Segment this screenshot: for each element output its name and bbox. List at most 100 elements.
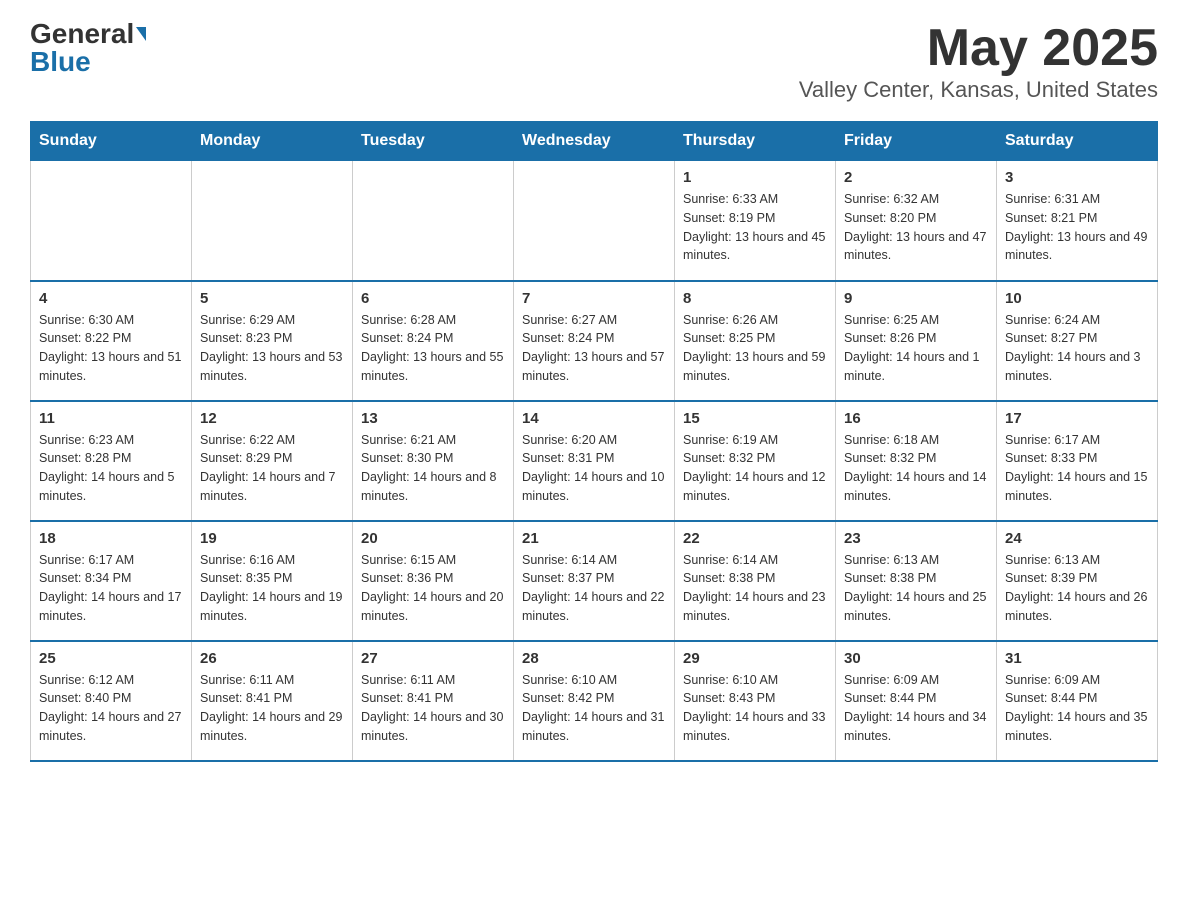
day-cell: 1 Sunrise: 6:33 AM Sunset: 8:19 PM Daylig… [675,161,836,281]
day-cell: 18 Sunrise: 6:17 AM Sunset: 8:34 PM Dayli… [31,521,192,641]
day-info: Sunrise: 6:12 AM Sunset: 8:40 PM Dayligh… [39,671,183,746]
day-cell: 13 Sunrise: 6:21 AM Sunset: 8:30 PM Dayli… [353,401,514,521]
month-title: May 2025 [799,20,1158,77]
day-info: Sunrise: 6:14 AM Sunset: 8:38 PM Dayligh… [683,551,827,626]
day-info: Sunrise: 6:21 AM Sunset: 8:30 PM Dayligh… [361,431,505,506]
page-header: General Blue May 2025 Valley Center, Kan… [30,20,1158,103]
day-info: Sunrise: 6:13 AM Sunset: 8:38 PM Dayligh… [844,551,988,626]
day-cell: 28Sunrise: 6:10 AM Sunset: 8:42 PM Dayli… [514,641,675,761]
day-cell: 6 Sunrise: 6:28 AM Sunset: 8:24 PM Daylig… [353,281,514,401]
day-number: 24 [1005,530,1149,547]
day-cell: 17 Sunrise: 6:17 AM Sunset: 8:33 PM Dayli… [997,401,1158,521]
location: Valley Center, Kansas, United States [799,77,1158,103]
day-cell [514,161,675,281]
day-info: Sunrise: 6:19 AM Sunset: 8:32 PM Dayligh… [683,431,827,506]
day-cell: 2 Sunrise: 6:32 AM Sunset: 8:20 PM Daylig… [836,161,997,281]
day-info: Sunrise: 6:09 AM Sunset: 8:44 PM Dayligh… [1005,671,1149,746]
day-info: Sunrise: 6:13 AM Sunset: 8:39 PM Dayligh… [1005,551,1149,626]
day-info: Sunrise: 6:16 AM Sunset: 8:35 PM Dayligh… [200,551,344,626]
day-cell: 3 Sunrise: 6:31 AM Sunset: 8:21 PM Daylig… [997,161,1158,281]
day-number: 3 [1005,169,1149,186]
day-info: Sunrise: 6:32 AM Sunset: 8:20 PM Dayligh… [844,190,988,265]
logo-blue-text: Blue [30,48,91,76]
day-number: 1 [683,169,827,186]
day-number: 11 [39,410,183,427]
day-number: 13 [361,410,505,427]
day-number: 8 [683,290,827,307]
day-info: Sunrise: 6:17 AM Sunset: 8:34 PM Dayligh… [39,551,183,626]
col-header-sunday: Sunday [31,122,192,161]
day-info: Sunrise: 6:25 AM Sunset: 8:26 PM Dayligh… [844,311,988,386]
day-info: Sunrise: 6:11 AM Sunset: 8:41 PM Dayligh… [361,671,505,746]
col-header-monday: Monday [192,122,353,161]
day-number: 9 [844,290,988,307]
day-number: 6 [361,290,505,307]
day-cell: 14 Sunrise: 6:20 AM Sunset: 8:31 PM Dayli… [514,401,675,521]
week-row-1: 1 Sunrise: 6:33 AM Sunset: 8:19 PM Daylig… [31,161,1158,281]
logo-triangle-icon [136,27,146,41]
day-cell [353,161,514,281]
day-number: 27 [361,650,505,667]
day-number: 7 [522,290,666,307]
day-cell: 12 Sunrise: 6:22 AM Sunset: 8:29 PM Dayli… [192,401,353,521]
day-number: 22 [683,530,827,547]
title-block: May 2025 Valley Center, Kansas, United S… [799,20,1158,103]
day-info: Sunrise: 6:20 AM Sunset: 8:31 PM Dayligh… [522,431,666,506]
day-cell: 16Sunrise: 6:18 AM Sunset: 8:32 PM Dayli… [836,401,997,521]
day-info: Sunrise: 6:33 AM Sunset: 8:19 PM Dayligh… [683,190,827,265]
day-info: Sunrise: 6:30 AM Sunset: 8:22 PM Dayligh… [39,311,183,386]
day-number: 28 [522,650,666,667]
day-cell: 7Sunrise: 6:27 AM Sunset: 8:24 PM Daylig… [514,281,675,401]
day-cell: 21 Sunrise: 6:14 AM Sunset: 8:37 PM Dayli… [514,521,675,641]
day-cell: 29Sunrise: 6:10 AM Sunset: 8:43 PM Dayli… [675,641,836,761]
day-number: 2 [844,169,988,186]
day-number: 19 [200,530,344,547]
day-cell: 11 Sunrise: 6:23 AM Sunset: 8:28 PM Dayli… [31,401,192,521]
day-cell: 30Sunrise: 6:09 AM Sunset: 8:44 PM Dayli… [836,641,997,761]
day-number: 17 [1005,410,1149,427]
col-header-thursday: Thursday [675,122,836,161]
day-cell: 8 Sunrise: 6:26 AM Sunset: 8:25 PM Daylig… [675,281,836,401]
day-cell: 19 Sunrise: 6:16 AM Sunset: 8:35 PM Dayli… [192,521,353,641]
day-cell: 5 Sunrise: 6:29 AM Sunset: 8:23 PM Daylig… [192,281,353,401]
week-row-3: 11 Sunrise: 6:23 AM Sunset: 8:28 PM Dayli… [31,401,1158,521]
day-number: 30 [844,650,988,667]
day-number: 29 [683,650,827,667]
day-number: 21 [522,530,666,547]
day-info: Sunrise: 6:26 AM Sunset: 8:25 PM Dayligh… [683,311,827,386]
col-header-saturday: Saturday [997,122,1158,161]
day-info: Sunrise: 6:24 AM Sunset: 8:27 PM Dayligh… [1005,311,1149,386]
day-number: 31 [1005,650,1149,667]
day-cell: 26Sunrise: 6:11 AM Sunset: 8:41 PM Dayli… [192,641,353,761]
col-header-wednesday: Wednesday [514,122,675,161]
logo-general-text: General [30,20,134,48]
week-row-5: 25Sunrise: 6:12 AM Sunset: 8:40 PM Dayli… [31,641,1158,761]
day-info: Sunrise: 6:28 AM Sunset: 8:24 PM Dayligh… [361,311,505,386]
week-row-2: 4Sunrise: 6:30 AM Sunset: 8:22 PM Daylig… [31,281,1158,401]
day-number: 16 [844,410,988,427]
day-info: Sunrise: 6:23 AM Sunset: 8:28 PM Dayligh… [39,431,183,506]
day-info: Sunrise: 6:15 AM Sunset: 8:36 PM Dayligh… [361,551,505,626]
calendar-table: SundayMondayTuesdayWednesdayThursdayFrid… [30,121,1158,762]
day-number: 18 [39,530,183,547]
day-cell: 25Sunrise: 6:12 AM Sunset: 8:40 PM Dayli… [31,641,192,761]
week-row-4: 18 Sunrise: 6:17 AM Sunset: 8:34 PM Dayli… [31,521,1158,641]
day-cell: 9 Sunrise: 6:25 AM Sunset: 8:26 PM Daylig… [836,281,997,401]
day-info: Sunrise: 6:31 AM Sunset: 8:21 PM Dayligh… [1005,190,1149,265]
day-number: 5 [200,290,344,307]
day-number: 12 [200,410,344,427]
calendar-header-row: SundayMondayTuesdayWednesdayThursdayFrid… [31,122,1158,161]
day-info: Sunrise: 6:17 AM Sunset: 8:33 PM Dayligh… [1005,431,1149,506]
day-cell [192,161,353,281]
day-cell: 10Sunrise: 6:24 AM Sunset: 8:27 PM Dayli… [997,281,1158,401]
day-cell: 22 Sunrise: 6:14 AM Sunset: 8:38 PM Dayli… [675,521,836,641]
day-info: Sunrise: 6:29 AM Sunset: 8:23 PM Dayligh… [200,311,344,386]
logo: General Blue [30,20,146,76]
day-info: Sunrise: 6:22 AM Sunset: 8:29 PM Dayligh… [200,431,344,506]
day-number: 14 [522,410,666,427]
col-header-tuesday: Tuesday [353,122,514,161]
day-cell: 31 Sunrise: 6:09 AM Sunset: 8:44 PM Dayli… [997,641,1158,761]
day-info: Sunrise: 6:14 AM Sunset: 8:37 PM Dayligh… [522,551,666,626]
day-number: 20 [361,530,505,547]
day-number: 26 [200,650,344,667]
